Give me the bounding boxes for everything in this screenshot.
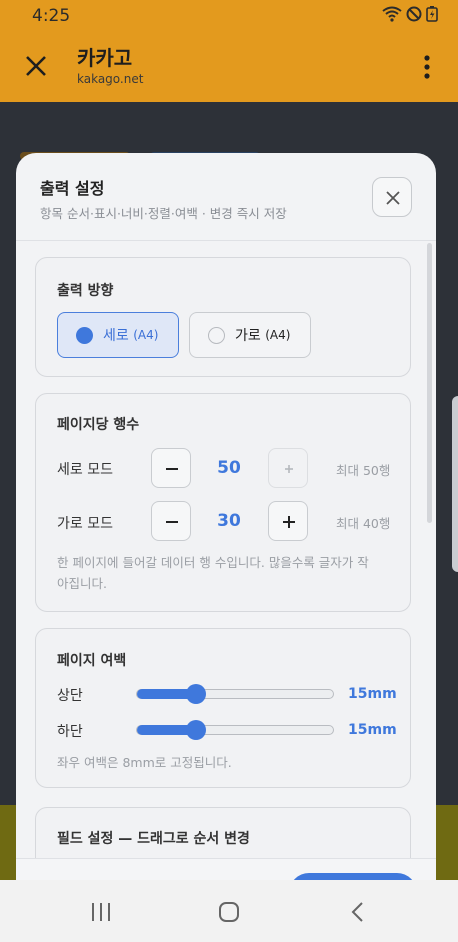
site-title: 카카고 <box>77 46 133 70</box>
system-nav-bar <box>0 880 458 942</box>
back-icon <box>351 902 363 922</box>
orientation-paper: (A4) <box>133 328 159 342</box>
margins-card: 페이지 여백 상단 15mm 하단 15mm 좌우 여백은 8mm로 고정됩니다… <box>35 628 411 788</box>
portrait-rows-label: 세로 모드 <box>57 462 113 478</box>
rows-per-page-hint: 한 페이지에 들어갈 데이터 행 수입니다. 많을수록 글자가 작아집니다. <box>57 555 369 591</box>
wifi-icon <box>382 6 402 22</box>
more-vertical-icon <box>424 55 430 79</box>
site-url: kakago.net <box>77 72 144 86</box>
top-margin-value: 15mm <box>348 686 397 702</box>
portrait-rows-decrease-button[interactable] <box>151 448 191 488</box>
landscape-rows-increase-button[interactable] <box>268 501 308 541</box>
portrait-rows-increase-button[interactable] <box>268 448 308 488</box>
close-tab-button[interactable] <box>22 52 50 80</box>
print-settings-sheet: 출력 설정 항목 순서·표시·너비·정렬·여백 · 변경 즉시 저장 출력 방향… <box>16 153 436 880</box>
do-not-disturb-icon <box>406 6 422 22</box>
landscape-rows-label: 가로 모드 <box>57 516 113 532</box>
home-icon <box>219 902 239 922</box>
landscape-rows-decrease-button[interactable] <box>151 501 191 541</box>
portrait-rows-value: 50 <box>217 458 241 478</box>
status-icons <box>382 6 438 22</box>
orientation-paper: (A4) <box>265 328 291 342</box>
page-scroll-handle[interactable] <box>452 396 458 572</box>
home-button[interactable] <box>217 900 241 924</box>
bottom-margin-value: 15mm <box>348 722 397 738</box>
sheet-close-button[interactable] <box>372 177 412 217</box>
status-time: 4:25 <box>32 6 71 26</box>
orientation-landscape-option[interactable]: 가로 (A4) <box>189 312 311 358</box>
rows-per-page-card: 페이지당 행수 세로 모드 50 최대 50행 가로 모드 30 최대 40행 … <box>35 393 411 612</box>
bottom-margin-label: 하단 <box>57 724 83 740</box>
orientation-card: 출력 방향 세로 (A4) 가로 (A4) <box>35 257 411 377</box>
orientation-label: 가로 <box>235 328 261 344</box>
top-margin-label: 상단 <box>57 688 83 704</box>
more-options-button[interactable] <box>422 54 432 80</box>
margins-hint: 좌우 여백은 8mm로 고정됩니다. <box>57 755 232 770</box>
close-icon <box>386 191 400 205</box>
minus-icon <box>166 468 178 470</box>
sheet-title: 출력 설정 <box>40 179 105 198</box>
sheet-header: 출력 설정 항목 순서·표시·너비·정렬·여백 · 변경 즉시 저장 <box>16 153 436 241</box>
battery-icon <box>426 6 438 22</box>
orientation-label: 세로 <box>103 328 129 344</box>
browser-header: 카카고 kakago.net <box>0 32 458 102</box>
plus-icon <box>285 465 293 473</box>
status-bar: 4:25 <box>0 0 458 32</box>
bottom-margin-slider[interactable] <box>136 720 334 740</box>
minus-icon <box>166 521 178 523</box>
plus-icon <box>283 516 295 528</box>
sheet-scrollbar[interactable] <box>427 243 432 523</box>
sheet-subtitle: 항목 순서·표시·너비·정렬·여백 · 변경 즉시 저장 <box>40 206 287 221</box>
fields-title: 필드 설정 — 드래그로 순서 변경 <box>57 831 250 847</box>
back-button[interactable] <box>346 900 370 924</box>
top-margin-slider[interactable] <box>136 684 334 704</box>
landscape-rows-max: 최대 40행 <box>336 516 391 531</box>
close-icon <box>26 56 46 76</box>
slider-thumb[interactable] <box>186 720 206 740</box>
radio-unselected-icon <box>208 326 225 344</box>
rows-per-page-title: 페이지당 행수 <box>57 417 140 433</box>
radio-selected-icon <box>76 326 93 344</box>
recent-apps-icon <box>92 903 110 921</box>
margins-title: 페이지 여백 <box>57 653 127 669</box>
footer-primary-button[interactable] <box>289 873 417 880</box>
landscape-rows-value: 30 <box>217 511 241 531</box>
portrait-rows-max: 최대 50행 <box>336 463 391 478</box>
slider-thumb[interactable] <box>186 684 206 704</box>
orientation-portrait-option[interactable]: 세로 (A4) <box>57 312 179 358</box>
recent-apps-button[interactable] <box>89 900 113 924</box>
orientation-title: 출력 방향 <box>57 283 114 299</box>
